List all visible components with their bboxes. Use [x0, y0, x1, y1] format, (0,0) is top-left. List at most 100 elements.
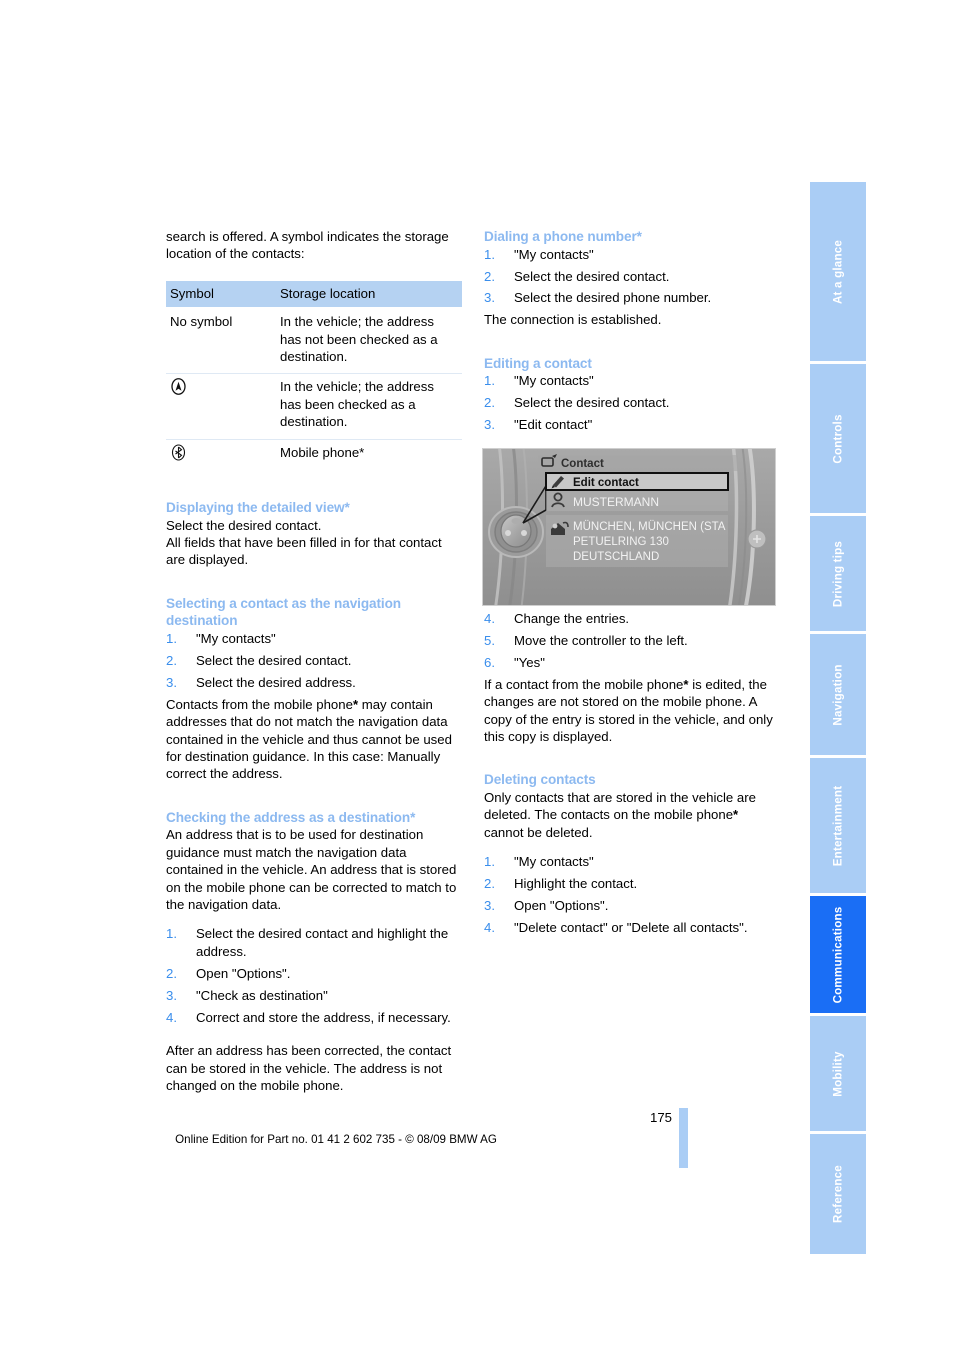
- paragraph: After an address has been corrected, the…: [166, 1043, 452, 1094]
- navigation-arrow-circle-icon: [170, 378, 187, 396]
- steps-list: 1. Select the desired contact and highli…: [166, 925, 462, 1026]
- list-item: 3. "Check as destination": [166, 987, 462, 1004]
- step-text: "My contacts": [514, 854, 594, 870]
- step-text: "My contacts": [514, 373, 594, 389]
- figure-contact-name-text: MUSTERMANN: [573, 495, 659, 509]
- step-number: 1.: [484, 854, 495, 870]
- tab-label: Controls: [831, 413, 845, 464]
- bluetooth-circle-icon: [170, 444, 187, 461]
- heading-dialing-phone-number: Dialing a phone number*: [484, 229, 642, 244]
- list-item: 3. Select the desired phone number.: [484, 289, 780, 306]
- table-cell-symbol: No symbol: [166, 307, 276, 375]
- step-text: "Edit contact": [514, 417, 593, 433]
- step-text: "Check as destination": [196, 987, 328, 1003]
- list-item: 4. Correct and store the address, if nec…: [166, 1009, 462, 1026]
- list-item: 3. Open "Options".: [484, 897, 780, 914]
- step-number: 1.: [484, 246, 495, 262]
- tab-entertainment[interactable]: Entertainment: [810, 758, 866, 896]
- step-number: 1.: [484, 373, 495, 389]
- tab-at-a-glance[interactable]: At a glance: [810, 182, 866, 364]
- tab-navigation[interactable]: Navigation: [810, 634, 866, 758]
- paragraph: An address that is to be used for destin…: [166, 827, 457, 913]
- list-item: 4. "Delete contact" or "Delete all conta…: [484, 919, 780, 936]
- table-cell-symbol: [166, 439, 276, 473]
- list-item: 6. "Yes": [484, 654, 780, 671]
- steps-list-continued: 4. Change the entries. 5. Move the contr…: [484, 610, 780, 671]
- step-text: "Yes": [514, 654, 545, 670]
- figure-edit-contact-row: Edit contact: [545, 472, 729, 491]
- figure-address-line-3: DEUTSCHLAND: [573, 551, 659, 563]
- step-number: 3.: [484, 290, 495, 306]
- steps-list: 1. "My contacts" 2. Select the desired c…: [484, 372, 780, 433]
- table-header-symbol: Symbol: [166, 280, 276, 308]
- list-item: 3. Select the desired address.: [166, 674, 462, 691]
- list-item: 1. "My contacts": [484, 853, 780, 870]
- heading-deleting-contacts: Deleting contacts: [484, 772, 596, 788]
- steps-list: 1. "My contacts" 2. Select the desired c…: [484, 246, 780, 307]
- heading-checking-address-destination: Checking the address as a destination*: [166, 809, 416, 825]
- figure-title-bar: Contact: [538, 454, 738, 471]
- step-text: Select the desired contact.: [514, 268, 670, 284]
- tab-reference[interactable]: Reference: [810, 1134, 866, 1254]
- table-cell-location: In the vehicle; the address has been che…: [276, 373, 462, 440]
- step-number: 6.: [484, 654, 495, 670]
- tab-communications[interactable]: Communications: [810, 896, 866, 1016]
- step-text: Correct and store the address, if necess…: [196, 1009, 451, 1025]
- step-text: Select the desired contact.: [196, 652, 352, 668]
- step-text: Select the desired address.: [196, 674, 356, 690]
- table-row: Mobile phone*: [166, 439, 462, 473]
- list-item: 3. "Edit contact": [484, 416, 780, 433]
- step-number: 2.: [166, 652, 177, 668]
- tab-driving-tips[interactable]: Driving tips: [810, 516, 866, 634]
- tab-mobility[interactable]: Mobility: [810, 1016, 866, 1134]
- step-text: Open "Options".: [514, 898, 609, 913]
- heading-displaying-detailed-view: Displaying the detailed view*: [166, 500, 350, 516]
- tab-label: At a glance: [831, 239, 845, 304]
- table-header-row: Symbol Storage location: [166, 280, 462, 308]
- step-number: 4.: [484, 611, 495, 627]
- table-row: In the vehicle; the address has been che…: [166, 373, 462, 440]
- paragraph: Contacts from the mobile phone* may cont…: [166, 696, 452, 782]
- paragraph: Select the desired contact.: [166, 517, 322, 533]
- step-number: 4.: [166, 1009, 177, 1025]
- step-text: Move the controller to the left.: [514, 632, 688, 648]
- step-number: 5.: [484, 632, 495, 648]
- tab-label: Driving tips: [831, 540, 845, 607]
- step-text: Open "Options".: [196, 965, 291, 981]
- tab-label: Navigation: [831, 663, 845, 726]
- step-number: 2.: [484, 876, 495, 892]
- step-number: 3.: [166, 674, 177, 690]
- steps-list: 1. "My contacts" 2. Select the desired c…: [166, 630, 462, 691]
- figure-address-line-1: MÜNCHEN, MÜNCHEN (STA: [573, 521, 726, 533]
- table-header-storage-location: Storage location: [276, 280, 462, 308]
- intro-paragraph: search is offered. A symbol indicates th…: [166, 229, 449, 262]
- idrive-contact-screenshot: Contact Edit contact MUSTERMANN MÜNCHEN,…: [482, 448, 776, 606]
- page-number: 175: [649, 1110, 672, 1125]
- step-number: 3.: [166, 987, 177, 1003]
- figure-address-line-2: PETUELRING 130: [573, 536, 669, 548]
- manual-page: search is offered. A symbol indicates th…: [0, 0, 954, 1350]
- list-item: 2. Select the desired contact.: [484, 394, 780, 411]
- step-text: Select the desired contact.: [514, 395, 670, 411]
- step-text: Select the desired contact and highlight…: [196, 926, 449, 959]
- right-control-knob: [747, 529, 767, 549]
- list-item: 1. "My contacts": [484, 246, 780, 263]
- idrive-controller-knob: [488, 506, 544, 558]
- list-item: 2. Select the desired contact.: [166, 652, 462, 669]
- list-item: 1. Select the desired contact and highli…: [166, 925, 462, 960]
- tab-controls[interactable]: Controls: [810, 364, 866, 516]
- figure-address-block: MÜNCHEN, MÜNCHEN (STA PETUELRING 130 DEU…: [546, 515, 728, 567]
- step-number: 2.: [484, 268, 495, 284]
- step-text: Change the entries.: [514, 611, 630, 627]
- step-text: "My contacts": [514, 246, 594, 262]
- step-number: 3.: [484, 898, 495, 913]
- figure-edit-contact-text: Edit contact: [573, 477, 639, 489]
